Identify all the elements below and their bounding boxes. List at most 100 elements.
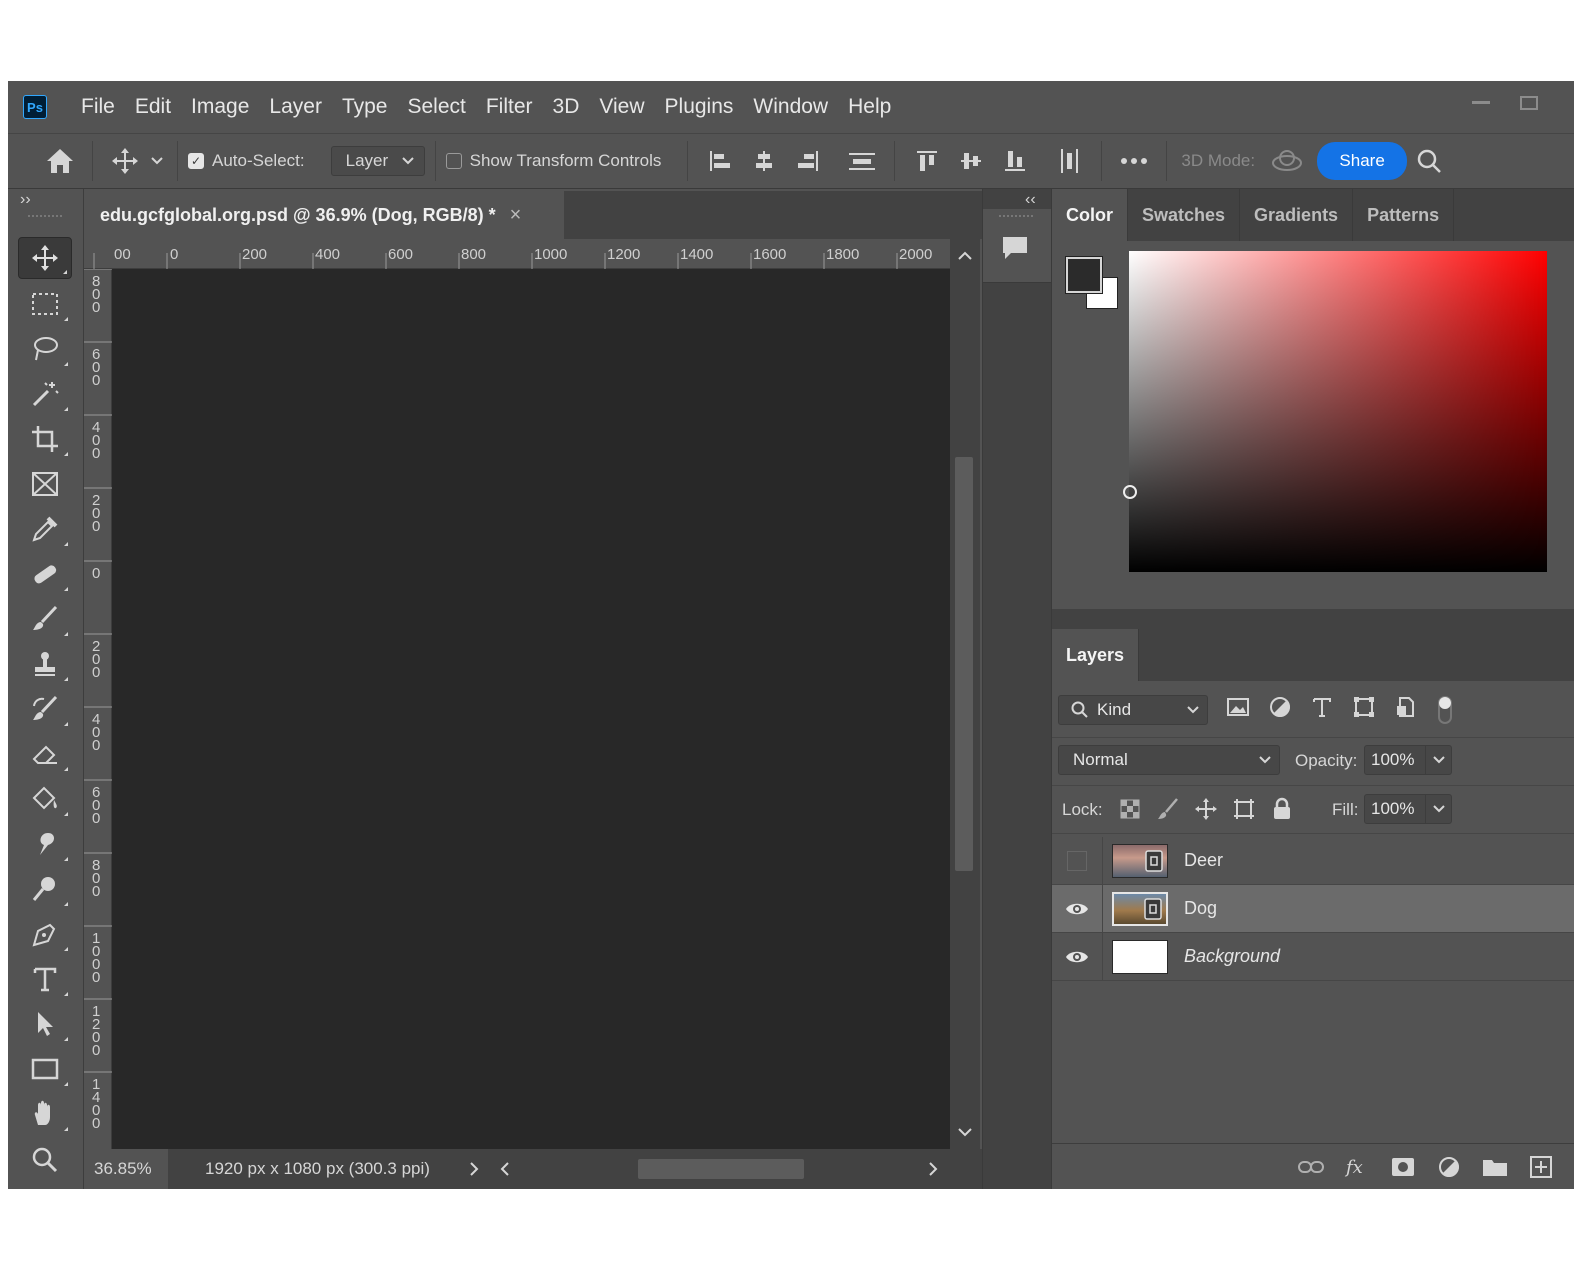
tab-layers[interactable]: Layers	[1052, 629, 1140, 681]
hand-tool[interactable]	[18, 1093, 72, 1135]
smart-object-filter-icon[interactable]	[1394, 695, 1418, 719]
share-button[interactable]: Share	[1317, 142, 1408, 180]
move-tool[interactable]	[18, 237, 72, 279]
align-top-button[interactable]	[905, 141, 949, 181]
opacity-input[interactable]: 100%	[1364, 745, 1452, 775]
align-center-button[interactable]	[742, 141, 786, 181]
layer-row-background[interactable]: Background	[1052, 933, 1574, 981]
path-selection-tool[interactable]	[18, 1003, 72, 1045]
chevron-left-icon[interactable]	[500, 1162, 510, 1176]
vertical-scrollbar[interactable]	[950, 239, 980, 1149]
pen-tool[interactable]	[18, 913, 72, 955]
visibility-toggle[interactable]	[1052, 901, 1102, 917]
fill-input[interactable]: 100%	[1364, 794, 1452, 824]
color-picker-cursor[interactable]	[1123, 485, 1137, 499]
type-tool[interactable]	[18, 958, 72, 1000]
lock-all-icon[interactable]	[1270, 797, 1294, 821]
auto-select-checkbox[interactable]: ✓ Auto-Select:	[188, 141, 305, 181]
frame-tool[interactable]	[18, 463, 72, 505]
tab-swatches[interactable]: Swatches	[1128, 189, 1241, 241]
lock-position-icon[interactable]	[1194, 797, 1218, 821]
crop-tool[interactable]	[18, 418, 72, 460]
align-right-button[interactable]	[786, 141, 830, 181]
new-group-button[interactable]	[1472, 1157, 1518, 1177]
zoom-level[interactable]: 36.85%	[84, 1149, 168, 1189]
chevron-down-icon[interactable]	[1433, 805, 1445, 813]
home-button[interactable]	[38, 141, 82, 181]
adjustment-filter-icon[interactable]	[1268, 695, 1292, 719]
tab-color[interactable]: Color	[1052, 189, 1128, 241]
lock-pixels-icon[interactable]	[1156, 797, 1180, 821]
zoom-tool[interactable]	[18, 1139, 72, 1181]
lasso-tool[interactable]	[18, 328, 72, 370]
chevron-down-icon[interactable]	[1433, 756, 1445, 764]
3d-mode-button[interactable]	[1265, 141, 1309, 181]
eyedropper-tool[interactable]	[18, 508, 72, 550]
collapse-dock-icon[interactable]: ‹‹	[1025, 191, 1036, 209]
smudge-tool[interactable]	[18, 823, 72, 865]
more-options-button[interactable]	[1112, 141, 1156, 181]
healing-brush-tool[interactable]	[18, 553, 72, 595]
tab-gradients[interactable]: Gradients	[1240, 189, 1354, 241]
menu-view[interactable]: View	[589, 81, 654, 133]
auto-select-dropdown[interactable]: Layer	[330, 146, 425, 176]
lock-artboard-icon[interactable]	[1232, 797, 1256, 821]
close-icon[interactable]: ×	[510, 204, 522, 227]
color-picker-field[interactable]	[1123, 251, 1547, 572]
menu-image[interactable]: Image	[181, 81, 259, 133]
menu-plugins[interactable]: Plugins	[655, 81, 744, 133]
menu-edit[interactable]: Edit	[125, 81, 181, 133]
align-middle-button[interactable]	[949, 141, 993, 181]
clone-stamp-tool[interactable]	[18, 643, 72, 685]
lock-transparency-icon[interactable]	[1118, 797, 1142, 821]
layer-row-dog[interactable]: Dog	[1052, 885, 1574, 933]
history-brush-tool[interactable]	[18, 688, 72, 730]
new-layer-button[interactable]	[1518, 1155, 1564, 1178]
move-tool-preset-button[interactable]	[103, 141, 147, 181]
brush-tool[interactable]	[18, 598, 72, 640]
layer-filter-dropdown[interactable]: Kind	[1058, 695, 1208, 725]
search-button[interactable]	[1407, 141, 1451, 181]
layer-style-button[interactable]: fx	[1334, 1156, 1380, 1178]
comments-panel-button[interactable]	[983, 209, 1051, 283]
scroll-thumb[interactable]	[955, 457, 973, 871]
align-bottom-button[interactable]	[993, 141, 1037, 181]
distribute-horizontal-button[interactable]	[1047, 141, 1091, 181]
menu-help[interactable]: Help	[838, 81, 901, 133]
menu-layer[interactable]: Layer	[259, 81, 332, 133]
document-tab[interactable]: edu.gcfglobal.org.psd @ 36.9% (Dog, RGB/…	[84, 191, 564, 239]
tab-patterns[interactable]: Patterns	[1353, 189, 1455, 241]
marquee-tool[interactable]	[18, 283, 72, 325]
minimize-button[interactable]	[1458, 89, 1504, 117]
horizontal-scrollbar[interactable]	[486, 1149, 956, 1189]
distribute-button[interactable]	[840, 141, 884, 181]
chevron-right-icon[interactable]	[928, 1162, 938, 1176]
menu-3d[interactable]: 3D	[543, 81, 590, 133]
visibility-toggle[interactable]	[1052, 850, 1102, 871]
expand-toolbar-icon[interactable]: ››	[20, 191, 31, 209]
filter-toggle-icon[interactable]	[1436, 695, 1454, 725]
add-mask-button[interactable]	[1380, 1157, 1426, 1177]
link-layers-button[interactable]	[1288, 1160, 1334, 1174]
show-transform-checkbox[interactable]: Show Transform Controls	[445, 141, 661, 181]
toolbar-grip[interactable]	[28, 215, 62, 220]
chevron-down-icon[interactable]	[147, 141, 167, 181]
menu-window[interactable]: Window	[743, 81, 838, 133]
new-adjustment-layer-button[interactable]	[1426, 1155, 1472, 1179]
visibility-toggle[interactable]	[1052, 949, 1102, 965]
maximize-button[interactable]	[1506, 89, 1552, 117]
chevron-up-icon[interactable]	[958, 251, 972, 261]
magic-wand-tool[interactable]	[18, 373, 72, 415]
blend-mode-dropdown[interactable]: Normal	[1058, 745, 1280, 775]
shape-filter-icon[interactable]	[1352, 695, 1376, 719]
chevron-down-icon[interactable]	[958, 1127, 972, 1137]
image-filter-icon[interactable]	[1226, 695, 1250, 719]
menu-select[interactable]: Select	[397, 81, 475, 133]
menu-type[interactable]: Type	[332, 81, 398, 133]
scroll-thumb[interactable]	[638, 1159, 804, 1179]
menu-filter[interactable]: Filter	[476, 81, 543, 133]
paint-bucket-tool[interactable]	[18, 778, 72, 820]
foreground-color-swatch[interactable]	[1066, 257, 1102, 293]
chevron-right-icon[interactable]	[469, 1162, 479, 1176]
menu-file[interactable]: File	[71, 81, 125, 133]
